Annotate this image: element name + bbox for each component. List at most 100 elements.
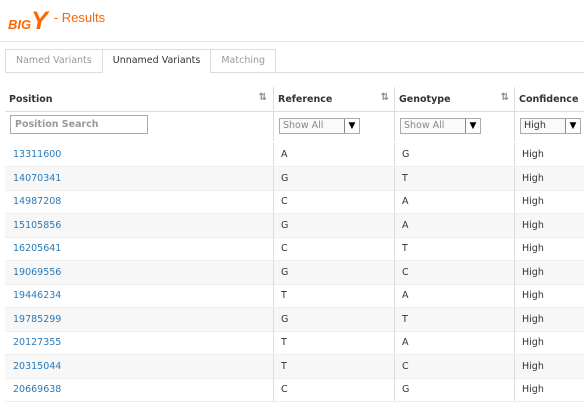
column-divider — [394, 378, 395, 401]
column-divider — [273, 354, 274, 378]
column-divider — [273, 166, 274, 190]
big-y-logo: BIG Y - Results — [8, 7, 106, 35]
table-row: 19785299 G T High — [5, 307, 584, 332]
genotype-filter-select[interactable]: Show All ▼ — [400, 118, 481, 134]
column-divider — [514, 166, 515, 190]
column-divider — [273, 213, 274, 237]
column-divider — [273, 378, 274, 401]
reference-cell: G — [281, 172, 289, 184]
table-row: 14070341 G T High — [5, 166, 584, 191]
column-divider — [394, 213, 395, 237]
page-title: - Results — [53, 10, 106, 25]
filter-cell-genotype: Show All ▼ — [394, 112, 515, 141]
table-row: 19069556 G C High — [5, 260, 584, 285]
column-divider — [273, 284, 274, 307]
column-divider — [514, 190, 515, 213]
genotype-cell: T — [402, 243, 408, 254]
column-header-genotype[interactable]: Genotype ⇅ — [394, 87, 515, 112]
confidence-cell: High — [522, 290, 544, 301]
reference-cell: T — [281, 360, 287, 372]
genotype-cell: G — [402, 384, 410, 395]
sort-ascending-icon[interactable]: ⇅ — [259, 92, 267, 103]
genotype-cell: T — [402, 172, 408, 184]
position-link[interactable]: 16205641 — [13, 243, 61, 254]
reference-cell: A — [281, 149, 288, 160]
reference-cell: G — [281, 266, 289, 278]
position-link[interactable]: 15105856 — [13, 220, 61, 231]
genotype-cell: C — [402, 266, 409, 278]
column-divider — [394, 190, 395, 213]
tab-divider — [5, 72, 584, 73]
column-divider — [394, 307, 395, 331]
position-link[interactable]: 20127355 — [13, 337, 61, 348]
genotype-cell: A — [402, 337, 409, 348]
confidence-filter-select[interactable]: High ▼ — [520, 118, 581, 134]
genotype-cell: G — [402, 149, 410, 160]
sort-icon[interactable]: ⇅ — [381, 92, 389, 103]
column-divider — [514, 284, 515, 307]
reference-cell: C — [281, 196, 288, 207]
chevron-down-icon: ▼ — [344, 119, 359, 133]
column-divider — [273, 307, 274, 331]
tab-unnamed-variants[interactable]: Unnamed Variants — [101, 49, 212, 73]
chevron-down-icon: ▼ — [565, 119, 580, 133]
logo-big-text: BIG — [8, 17, 32, 32]
confidence-cell: High — [522, 384, 544, 395]
confidence-cell: High — [522, 219, 544, 231]
position-link[interactable]: 20315044 — [13, 361, 61, 372]
column-divider — [394, 331, 395, 354]
position-link[interactable]: 19069556 — [13, 267, 61, 278]
logo-y-text: Y — [31, 7, 48, 35]
tab-matching[interactable]: Matching — [210, 49, 277, 72]
column-divider — [273, 260, 274, 284]
confidence-cell: High — [522, 266, 544, 278]
column-header-position[interactable]: Position ⇅ — [5, 87, 273, 112]
position-link[interactable]: 19446234 — [13, 290, 61, 301]
column-label-position: Position — [9, 94, 53, 105]
table-row: 20127355 T A High — [5, 331, 584, 355]
position-link[interactable]: 19785299 — [13, 314, 61, 325]
reference-cell: G — [281, 313, 289, 325]
chevron-down-icon: ▼ — [465, 119, 480, 133]
confidence-cell: High — [522, 196, 544, 207]
table-row: 13311600 A G High — [5, 143, 584, 167]
position-link[interactable]: 14987208 — [13, 196, 61, 207]
position-link[interactable]: 14070341 — [13, 173, 61, 184]
filter-cell-confidence: High ▼ — [514, 112, 584, 141]
reference-cell: T — [281, 290, 287, 301]
reference-cell: G — [281, 219, 289, 231]
column-label-reference: Reference — [278, 94, 333, 105]
genotype-cell: T — [402, 313, 408, 325]
sort-icon[interactable]: ⇅ — [501, 92, 509, 103]
column-divider — [514, 354, 515, 378]
genotype-cell: C — [402, 360, 409, 372]
column-divider — [514, 213, 515, 237]
reference-filter-select[interactable]: Show All ▼ — [279, 118, 360, 134]
column-divider — [273, 143, 274, 166]
column-divider — [514, 307, 515, 331]
confidence-filter-value: High — [524, 120, 546, 131]
confidence-cell: High — [522, 172, 544, 184]
position-link[interactable]: 20669638 — [13, 384, 61, 395]
table-row: 16205641 C T High — [5, 237, 584, 261]
column-divider — [394, 354, 395, 378]
tab-named-variants[interactable]: Named Variants — [5, 49, 103, 72]
genotype-filter-value: Show All — [404, 120, 445, 131]
reference-cell: C — [281, 243, 288, 254]
table-row: 15105856 G A High — [5, 213, 584, 238]
column-divider — [514, 237, 515, 260]
column-header-reference[interactable]: Reference ⇅ — [273, 87, 395, 112]
genotype-cell: A — [402, 219, 409, 231]
position-search-input[interactable]: Position Search — [10, 115, 148, 134]
position-link[interactable]: 13311600 — [13, 149, 61, 160]
confidence-cell: High — [522, 337, 544, 348]
column-divider — [514, 378, 515, 401]
genotype-cell: A — [402, 196, 409, 207]
column-divider — [273, 190, 274, 213]
column-header-confidence[interactable]: Confidence — [514, 87, 584, 112]
filter-cell-position: Position Search — [5, 112, 273, 141]
column-label-confidence: Confidence — [519, 94, 579, 105]
column-divider — [273, 237, 274, 260]
confidence-cell: High — [522, 243, 544, 254]
column-divider — [394, 284, 395, 307]
